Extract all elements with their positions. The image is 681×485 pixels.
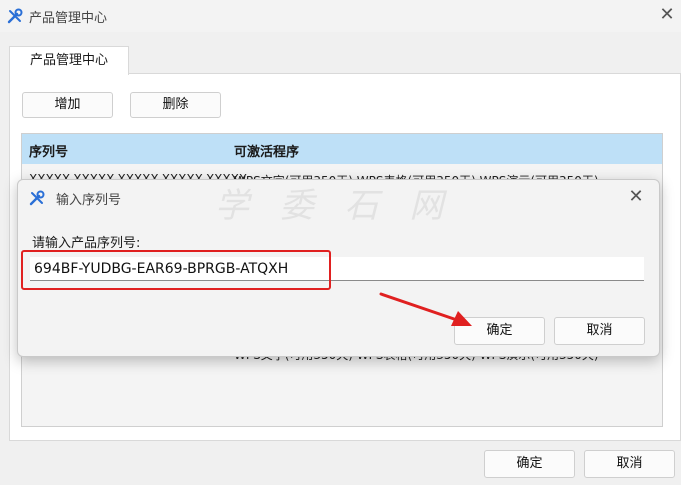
annotation-highlight-box xyxy=(21,250,331,290)
tab-product-management[interactable]: 产品管理中心 xyxy=(9,46,129,75)
main-ok-button[interactable]: 确定 xyxy=(484,450,575,478)
dialog-title: 输入序列号 xyxy=(56,193,122,208)
serial-prompt-label: 请输入产品序列号: xyxy=(32,236,141,251)
main-title-bar: 产品管理中心 ✕ xyxy=(0,0,681,32)
tools-icon xyxy=(29,190,45,206)
delete-button[interactable]: 删除 xyxy=(130,92,221,118)
dialog-ok-button[interactable]: 确定 xyxy=(454,317,545,345)
add-button[interactable]: 增加 xyxy=(22,92,113,118)
column-serial[interactable]: 序列号 xyxy=(29,141,68,160)
dialog-cancel-button[interactable]: 取消 xyxy=(554,317,645,345)
tools-icon xyxy=(7,8,23,24)
list-header: 序列号 可激活程序 xyxy=(22,134,662,164)
close-icon[interactable]: ✕ xyxy=(624,185,648,209)
close-icon[interactable]: ✕ xyxy=(656,4,678,26)
serial-input-dialog: 输入序列号 ✕ 请输入产品序列号: 确定 取消 xyxy=(17,179,660,357)
main-window-title: 产品管理中心 xyxy=(29,11,108,26)
column-programs[interactable]: 可激活程序 xyxy=(234,141,299,160)
main-cancel-button[interactable]: 取消 xyxy=(584,450,675,478)
